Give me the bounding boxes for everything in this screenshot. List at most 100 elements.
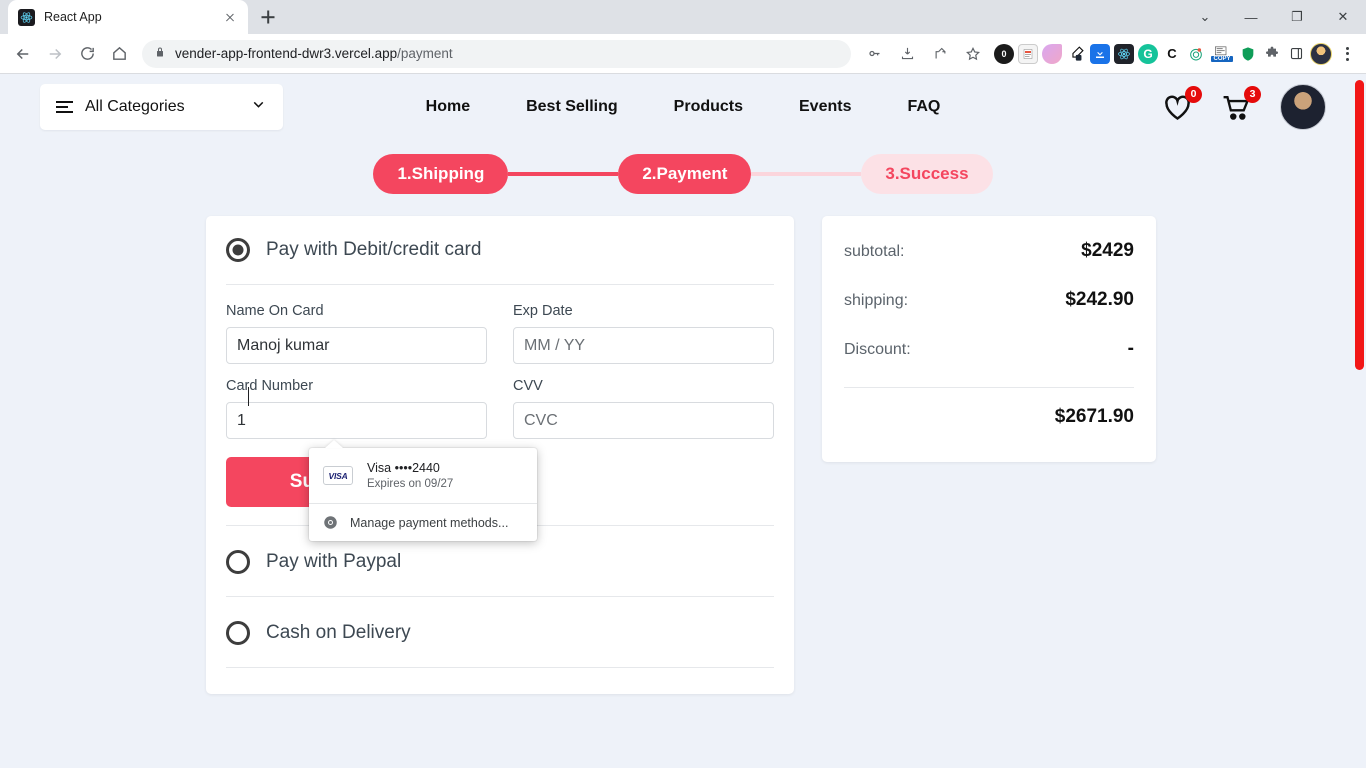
notes-extension-icon[interactable] bbox=[1018, 43, 1038, 64]
step-success[interactable]: 3.Success bbox=[861, 154, 993, 194]
tab-title: React App bbox=[44, 10, 102, 24]
tab-close-icon[interactable] bbox=[222, 9, 238, 25]
subtotal-value: $2429 bbox=[1081, 240, 1134, 261]
cvv-input[interactable] bbox=[513, 402, 774, 439]
new-tab-button[interactable] bbox=[254, 3, 282, 31]
radio-paypal[interactable] bbox=[226, 550, 250, 574]
manage-payment-methods-label: Manage payment methods... bbox=[350, 515, 509, 530]
tab-search-icon[interactable]: ⌄ bbox=[1182, 0, 1228, 34]
back-button[interactable] bbox=[8, 39, 38, 69]
order-summary-card: subtotal: $2429 shipping: $242.90 Discou… bbox=[822, 216, 1156, 462]
discount-value: - bbox=[1127, 338, 1134, 359]
divider bbox=[226, 596, 774, 597]
card-number-field: Card Number bbox=[226, 378, 487, 439]
divider bbox=[226, 284, 774, 285]
autofill-card-text: Visa ••••2440 Expires on 09/27 bbox=[367, 461, 453, 490]
gradient-extension-icon[interactable] bbox=[1042, 43, 1062, 64]
shipping-label: shipping: bbox=[844, 292, 909, 309]
wishlist-badge: 0 bbox=[1185, 85, 1202, 103]
payment-methods-card: Pay with Debit/credit card Name On Card … bbox=[206, 216, 794, 694]
target-extension-icon[interactable] bbox=[1186, 43, 1206, 64]
react-devtools-extension-icon[interactable] bbox=[1114, 43, 1134, 64]
divider bbox=[226, 667, 774, 668]
address-bar[interactable]: vender-app-frontend-dwr3.vercel.app/paym… bbox=[142, 39, 851, 68]
share-icon[interactable] bbox=[925, 39, 955, 69]
summary-row-discount: Discount: - bbox=[844, 338, 1134, 360]
visa-logo-icon: VISA bbox=[323, 466, 353, 485]
checkout-content: Pay with Debit/credit card Name On Card … bbox=[0, 194, 1366, 694]
nav-item-products[interactable]: Products bbox=[674, 98, 743, 116]
extensions-strip: 0 G C COPY bbox=[990, 42, 1358, 65]
password-key-icon[interactable] bbox=[859, 39, 889, 69]
c-extension-icon[interactable]: C bbox=[1162, 43, 1182, 64]
home-button[interactable] bbox=[104, 39, 134, 69]
shield-heart-extension-icon[interactable] bbox=[1238, 44, 1258, 64]
payment-option-paypal[interactable]: Pay with Paypal bbox=[226, 550, 774, 574]
main-navigation: Home Best Selling Products Events FAQ bbox=[426, 98, 941, 116]
browser-menu-icon[interactable] bbox=[1336, 46, 1358, 61]
forward-button[interactable] bbox=[40, 39, 70, 69]
side-panel-extension-icon[interactable] bbox=[1286, 44, 1306, 64]
minimize-button[interactable]: — bbox=[1228, 0, 1274, 34]
payment-option-card[interactable]: Pay with Debit/credit card bbox=[226, 238, 774, 262]
grammarly-extension-icon[interactable]: G bbox=[1138, 43, 1158, 64]
summary-divider bbox=[844, 387, 1134, 388]
react-favicon-icon bbox=[18, 8, 35, 26]
wishlist-button[interactable]: 0 bbox=[1162, 85, 1202, 123]
autofill-card-expiry: Expires on 09/27 bbox=[367, 478, 454, 490]
nav-item-home[interactable]: Home bbox=[426, 98, 470, 116]
browser-tab[interactable]: React App bbox=[8, 0, 248, 34]
nav-item-events[interactable]: Events bbox=[799, 98, 851, 116]
radio-cash-on-delivery[interactable] bbox=[226, 621, 250, 645]
name-on-card-field: Name On Card bbox=[226, 303, 487, 364]
bookmark-star-icon[interactable] bbox=[958, 39, 988, 69]
site-header: All Categories Home Best Selling Product… bbox=[0, 74, 1366, 140]
radio-debit-credit-card[interactable] bbox=[226, 238, 250, 262]
checkout-stepper: 1.Shipping 2.Payment 3.Success bbox=[0, 154, 1366, 194]
step-connector-2 bbox=[751, 172, 862, 176]
autofill-dropdown[interactable]: VISA Visa ••••2440 Expires on 09/27 Mana… bbox=[309, 448, 537, 541]
cvv-field: CVV bbox=[513, 378, 774, 439]
manage-payment-methods-item[interactable]: Manage payment methods... bbox=[309, 504, 537, 541]
name-on-card-label: Name On Card bbox=[226, 303, 324, 319]
all-categories-dropdown[interactable]: All Categories bbox=[40, 84, 283, 130]
maximize-restore-button[interactable]: ❐ bbox=[1274, 0, 1320, 34]
close-window-button[interactable]: ✕ bbox=[1320, 0, 1366, 34]
text-caret bbox=[248, 387, 250, 406]
exp-date-field: Exp Date bbox=[513, 303, 774, 364]
scrollbar-thumb[interactable] bbox=[1355, 80, 1364, 370]
card-number-input[interactable] bbox=[226, 402, 487, 439]
step-shipping[interactable]: 1.Shipping bbox=[373, 154, 509, 194]
url-text: vender-app-frontend-dwr3.vercel.app/paym… bbox=[175, 46, 453, 61]
all-categories-label: All Categories bbox=[85, 98, 185, 115]
cart-badge: 3 bbox=[1244, 85, 1261, 103]
install-app-icon[interactable] bbox=[892, 39, 922, 69]
chevron-down-icon bbox=[250, 96, 267, 118]
eyedropper-extension-icon[interactable] bbox=[1066, 44, 1086, 64]
autofill-card-row[interactable]: VISA Visa ••••2440 Expires on 09/27 bbox=[309, 448, 537, 503]
bitwarden-extension-icon[interactable]: 0 bbox=[994, 43, 1014, 64]
exp-date-input[interactable] bbox=[513, 327, 774, 364]
download-extension-icon[interactable] bbox=[1090, 43, 1110, 64]
payment-option-cod[interactable]: Cash on Delivery bbox=[226, 621, 774, 645]
nav-item-best-selling[interactable]: Best Selling bbox=[526, 98, 618, 116]
summary-row-shipping: shipping: $242.90 bbox=[844, 289, 1134, 311]
header-actions: 0 3 bbox=[1162, 84, 1326, 130]
cvv-label: CVV bbox=[513, 378, 543, 394]
shipping-value: $242.90 bbox=[1065, 289, 1134, 310]
cart-button[interactable]: 3 bbox=[1221, 85, 1261, 123]
user-avatar[interactable] bbox=[1280, 84, 1326, 130]
payment-option-paypal-label: Pay with Paypal bbox=[266, 551, 402, 572]
puzzle-extension-icon[interactable] bbox=[1262, 44, 1282, 64]
window-controls: ⌄ — ❐ ✕ bbox=[1182, 0, 1366, 34]
menu-lines-icon bbox=[56, 100, 73, 114]
nav-item-faq[interactable]: FAQ bbox=[907, 98, 940, 116]
browser-profile-avatar[interactable] bbox=[1310, 42, 1332, 65]
card-number-label: Card Number bbox=[226, 378, 314, 394]
card-form: Name On Card Exp Date Card Number CVV bbox=[226, 303, 774, 453]
name-on-card-input[interactable] bbox=[226, 327, 487, 364]
lock-icon bbox=[154, 45, 166, 63]
copy-extension-icon[interactable]: COPY bbox=[1210, 44, 1234, 64]
step-payment[interactable]: 2.Payment bbox=[618, 154, 752, 194]
reload-button[interactable] bbox=[72, 39, 102, 69]
